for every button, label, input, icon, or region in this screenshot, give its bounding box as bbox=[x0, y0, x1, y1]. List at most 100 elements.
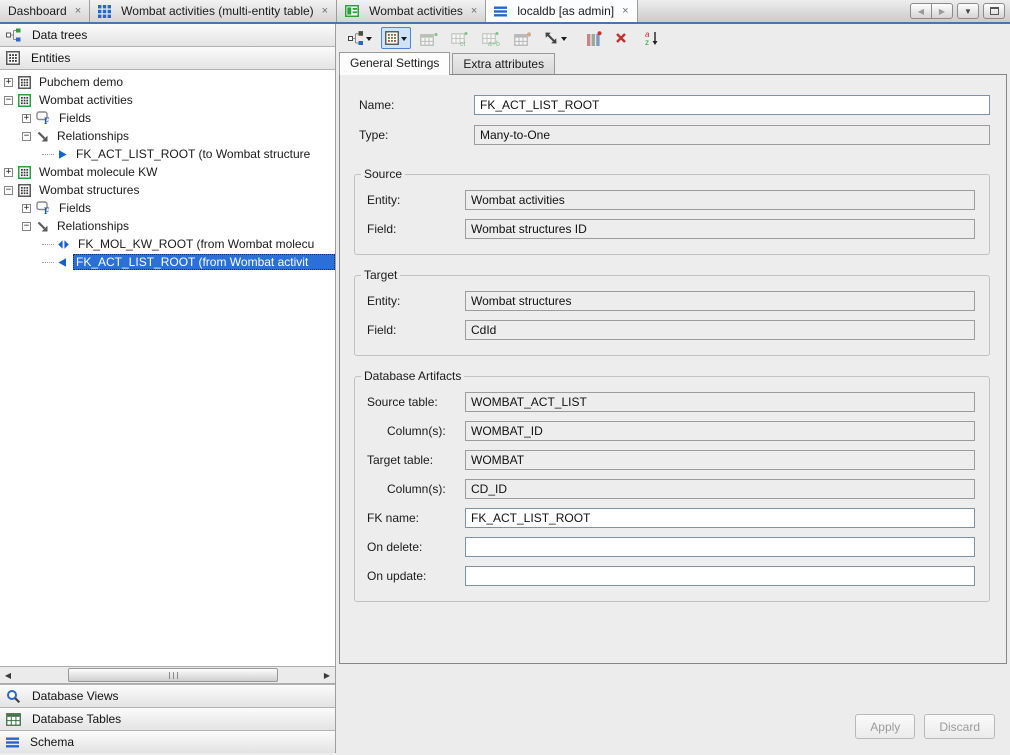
tree-item-pubchem-demo[interactable]: + Pubchem demo bbox=[0, 73, 335, 91]
tab-localdb[interactable]: localdb [as admin] × bbox=[486, 0, 637, 22]
expand-icon[interactable]: + bbox=[4, 168, 13, 177]
expand-icon[interactable]: + bbox=[4, 78, 13, 87]
tab-general-settings[interactable]: General Settings bbox=[339, 52, 450, 75]
magnifier-icon bbox=[6, 689, 21, 704]
on-update-input[interactable] bbox=[465, 566, 975, 586]
close-icon[interactable]: × bbox=[471, 6, 477, 16]
tab-wombat-activities-multi-entity[interactable]: Wombat activities (multi-entity table) × bbox=[90, 0, 337, 22]
tab-label: localdb [as admin] bbox=[517, 4, 614, 18]
relationship-editor-panel: ct a+b az bbox=[336, 24, 1010, 753]
collapse-icon[interactable]: − bbox=[22, 132, 31, 141]
scroll-right-icon[interactable]: ▶ bbox=[319, 671, 335, 680]
database-views-section[interactable]: Database Views bbox=[0, 684, 335, 707]
tree-item-fk-act-list-root-from[interactable]: FK_ACT_LIST_ROOT (from Wombat activit bbox=[0, 253, 335, 271]
window-tab-bar: Dashboard × Wombat activities (multi-ent… bbox=[0, 0, 1010, 24]
target-table-input bbox=[465, 450, 975, 470]
tree-item-label: Fields bbox=[56, 110, 94, 126]
source-columns-label: Column(s): bbox=[355, 424, 465, 438]
new-data-tree-button[interactable] bbox=[344, 27, 376, 49]
scroll-left-icon[interactable]: ◀ bbox=[0, 671, 16, 680]
source-entity-label: Entity: bbox=[355, 193, 465, 207]
expand-icon[interactable]: + bbox=[22, 114, 31, 123]
horizontal-scrollbar[interactable]: ◀ ▶ bbox=[0, 666, 335, 684]
scrollbar-thumb[interactable] bbox=[68, 668, 278, 682]
tree-item-fields[interactable]: + F Fields bbox=[0, 109, 335, 127]
tree-item-fk-act-list-root-to[interactable]: FK_ACT_LIST_ROOT (to Wombat structure bbox=[0, 145, 335, 163]
source-table-row: Source table: bbox=[355, 392, 975, 412]
tree-item-wombat-activities[interactable]: − Wombat activities bbox=[0, 91, 335, 109]
tree-item-wombat-molecule-kw[interactable]: + Wombat molecule KW bbox=[0, 163, 335, 181]
tab-extra-attributes[interactable]: Extra attributes bbox=[452, 53, 555, 74]
new-chemical-table-button[interactable]: ct bbox=[447, 27, 473, 49]
apply-button[interactable]: Apply bbox=[855, 714, 915, 739]
tab-label: Extra attributes bbox=[463, 57, 544, 71]
target-field-label: Field: bbox=[355, 323, 465, 337]
tree-connector bbox=[42, 244, 54, 245]
tree-item-label: Wombat molecule KW bbox=[36, 164, 160, 180]
fk-both-icon bbox=[57, 239, 70, 250]
data-trees-header[interactable]: Data trees bbox=[0, 24, 335, 47]
discard-button[interactable]: Discard bbox=[924, 714, 995, 739]
schema-section[interactable]: Schema bbox=[0, 730, 335, 753]
on-delete-input[interactable] bbox=[465, 537, 975, 557]
entity-icon bbox=[18, 76, 31, 89]
tab-dashboard[interactable]: Dashboard × bbox=[0, 0, 90, 22]
close-icon[interactable]: × bbox=[322, 6, 328, 16]
promote-entity-button[interactable] bbox=[510, 27, 535, 49]
new-relationship-button[interactable] bbox=[540, 27, 571, 49]
source-field-row: Field: bbox=[355, 219, 975, 239]
maximize-icon[interactable] bbox=[983, 3, 1005, 19]
entity-grid-selected-icon bbox=[385, 31, 399, 45]
new-entity-button[interactable] bbox=[381, 27, 411, 49]
tab-label: Wombat activities (multi-entity table) bbox=[121, 4, 314, 18]
fk-name-input[interactable] bbox=[465, 508, 975, 528]
database-tables-section[interactable]: Database Tables bbox=[0, 707, 335, 730]
tree-item-label: Pubchem demo bbox=[36, 74, 126, 90]
source-columns-input bbox=[465, 421, 975, 441]
sort-button[interactable]: az bbox=[640, 27, 663, 49]
source-entity-row: Entity: bbox=[355, 190, 975, 210]
entities-icon bbox=[6, 51, 20, 65]
source-legend: Source bbox=[361, 167, 405, 181]
target-legend: Target bbox=[361, 268, 400, 282]
target-table-row: Target table: bbox=[355, 450, 975, 470]
source-entity-input bbox=[465, 190, 975, 210]
collapse-icon[interactable]: − bbox=[22, 222, 31, 231]
entity-icon bbox=[18, 184, 31, 197]
new-table-entity-button[interactable] bbox=[416, 27, 442, 49]
scrollbar-track[interactable] bbox=[16, 667, 319, 683]
svg-text:ct: ct bbox=[460, 41, 466, 46]
tree-item-wombat-structures[interactable]: − Wombat structures bbox=[0, 181, 335, 199]
new-merged-table-button[interactable]: a+b bbox=[478, 27, 505, 49]
close-icon[interactable]: × bbox=[75, 6, 81, 16]
tree-item-relationships[interactable]: − Relationships bbox=[0, 127, 335, 145]
source-table-input bbox=[465, 392, 975, 412]
target-entity-label: Entity: bbox=[355, 294, 465, 308]
entities-label: Entities bbox=[31, 51, 70, 65]
table-promote-icon bbox=[514, 31, 531, 46]
svg-text:F: F bbox=[44, 116, 50, 125]
tree-item-fk-mol-kw-root[interactable]: FK_MOL_KW_ROOT (from Wombat molecu bbox=[0, 235, 335, 253]
entity-icon bbox=[18, 94, 31, 107]
source-group: Source Entity: Field: bbox=[354, 167, 990, 255]
type-label: Type: bbox=[359, 128, 474, 142]
tree-item-fields-2[interactable]: + F Fields bbox=[0, 199, 335, 217]
expand-icon[interactable]: + bbox=[22, 204, 31, 213]
tab-list-dropdown-icon[interactable]: ▼ bbox=[957, 3, 979, 19]
tab-wombat-activities[interactable]: Wombat activities × bbox=[337, 0, 486, 22]
fields-icon: F bbox=[36, 111, 51, 125]
target-field-input bbox=[465, 320, 975, 340]
delete-button[interactable] bbox=[611, 27, 631, 49]
entities-header[interactable]: Entities bbox=[0, 47, 335, 70]
scroll-left-icon[interactable]: ◀ bbox=[910, 3, 932, 19]
tree-item-relationships-2[interactable]: − Relationships bbox=[0, 217, 335, 235]
table-grid-icon bbox=[6, 713, 21, 726]
collapse-icon[interactable]: − bbox=[4, 96, 13, 105]
data-tree-new-icon bbox=[348, 31, 364, 46]
name-input[interactable] bbox=[474, 95, 990, 115]
collapse-icon[interactable]: − bbox=[4, 186, 13, 195]
close-icon[interactable]: × bbox=[622, 6, 628, 16]
target-entity-row: Entity: bbox=[355, 291, 975, 311]
manage-columns-button[interactable] bbox=[582, 27, 606, 49]
scroll-right-icon[interactable]: ▶ bbox=[931, 3, 953, 19]
